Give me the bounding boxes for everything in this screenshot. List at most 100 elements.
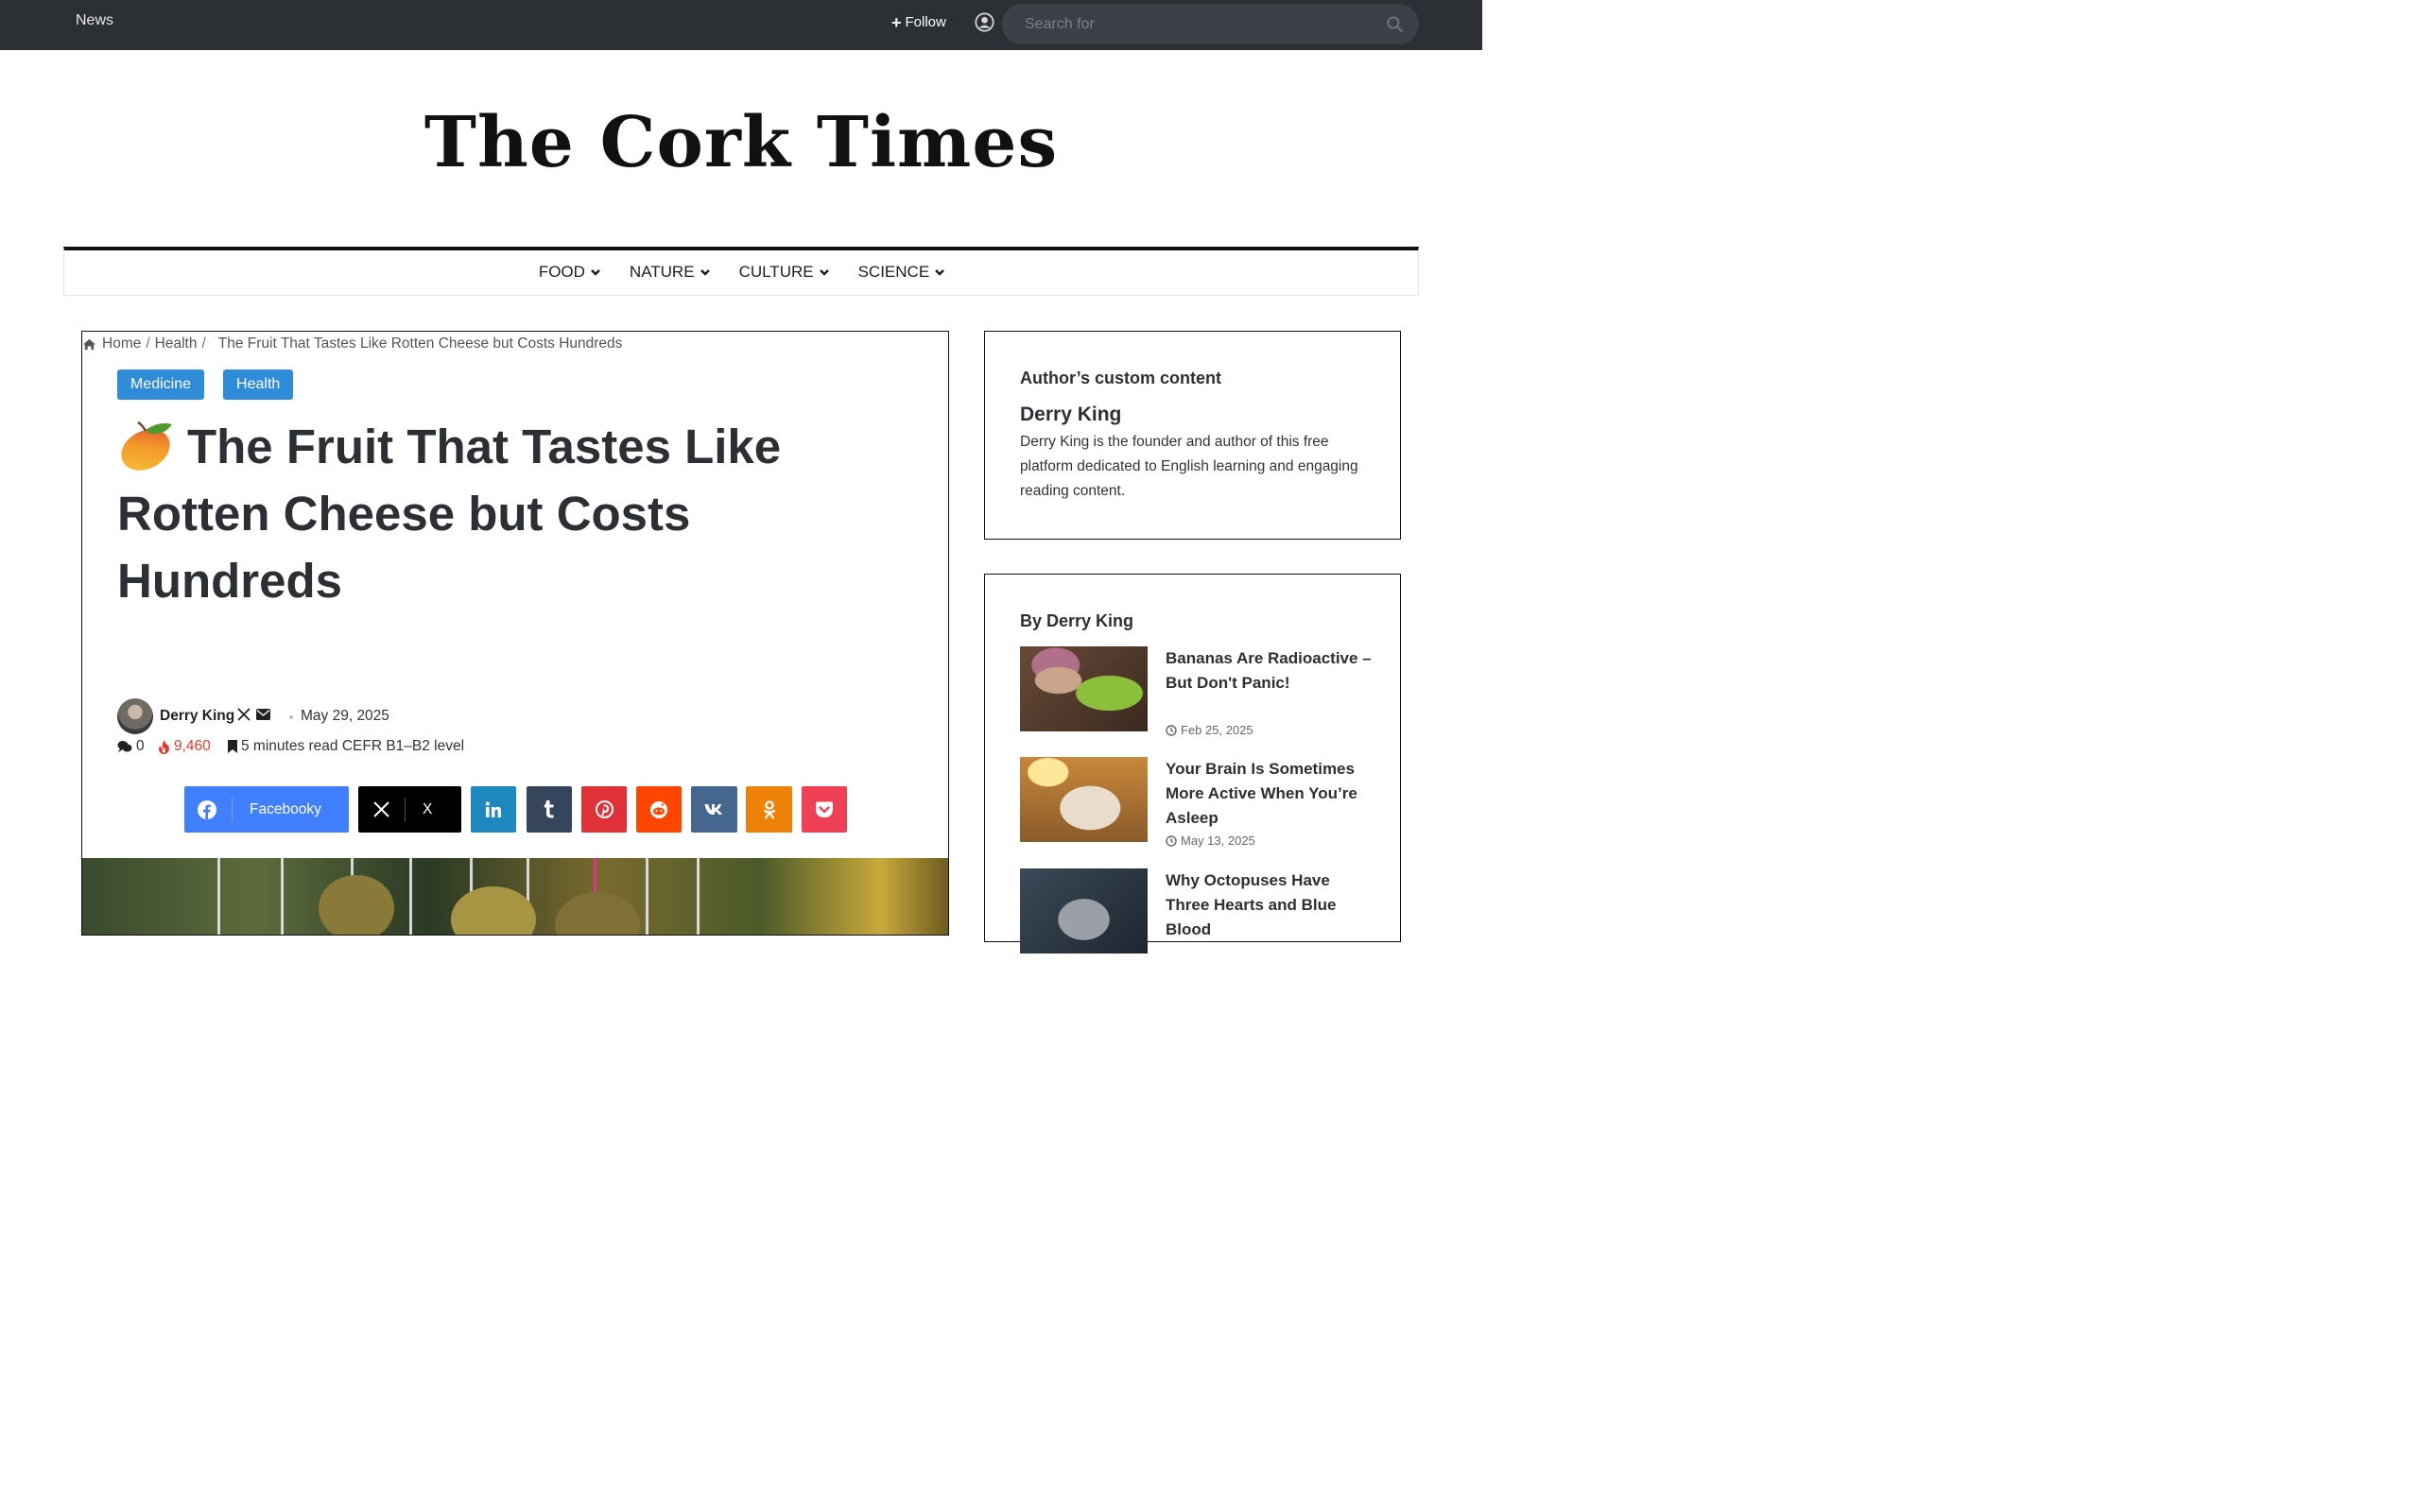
x-twitter-icon[interactable] (237, 708, 251, 721)
share-facebook-label: Facebooky (250, 800, 321, 817)
author-name[interactable]: Derry King (160, 708, 234, 725)
pocket-icon (816, 801, 833, 817)
nav-item-food[interactable]: FOOD (539, 263, 601, 282)
article-title: The Fruit That Tastes Like Rotten Cheese… (117, 413, 921, 614)
odnoklassniki-icon (763, 799, 775, 819)
list-item[interactable]: Bananas Are Radioactive – But Don't Pani… (1020, 646, 1379, 741)
image-detail (409, 858, 412, 935)
article-hero-image (82, 858, 948, 935)
share-tumblr-button[interactable] (527, 786, 572, 833)
vk-icon (704, 804, 722, 815)
post-title[interactable]: Why Octopuses Have Three Hearts and Blue… (1166, 868, 1374, 942)
plus-icon: + (891, 12, 902, 32)
nav-item-label: CULTURE (738, 263, 814, 281)
breadcrumb-separator: / (201, 335, 206, 352)
separator-dot (289, 715, 293, 719)
image-detail (594, 858, 596, 896)
linkedin-icon (485, 801, 501, 817)
image-detail (281, 858, 284, 935)
chevron-down-icon (935, 269, 945, 276)
search-icon[interactable] (1386, 15, 1404, 33)
reddit-icon (650, 800, 667, 818)
post-date-value: Feb 25, 2025 (1181, 723, 1253, 737)
chevron-down-icon (819, 269, 829, 276)
site-logo[interactable]: The Cork Times (0, 102, 1482, 183)
share-reddit-button[interactable] (636, 786, 682, 833)
widget-title: By Derry King (1020, 611, 1134, 630)
chevron-down-icon (591, 269, 600, 276)
breadcrumb-current: The Fruit That Tastes Like Rotten Cheese… (217, 335, 623, 352)
share-facebook-button[interactable]: Facebooky (184, 786, 349, 833)
share-divider (405, 797, 406, 822)
byline: Derry King May 29, 2025 (117, 698, 930, 736)
home-icon (83, 338, 95, 350)
image-detail (555, 892, 640, 935)
share-odnoklassniki-button[interactable] (746, 786, 792, 833)
share-pinterest-button[interactable] (581, 786, 627, 833)
mango-emoji-icon (121, 421, 172, 471)
list-item[interactable]: Why Octopuses Have Three Hearts and Blue… (1020, 868, 1379, 963)
views-count: 9,460 (158, 738, 211, 755)
widget-author-name[interactable]: Derry King (1020, 404, 1121, 426)
image-detail (217, 858, 220, 935)
user-account-icon[interactable] (975, 12, 994, 32)
share-linkedin-button[interactable] (471, 786, 516, 833)
bookmark-icon (228, 740, 237, 753)
share-vk-button[interactable] (691, 786, 737, 833)
views-value: 9,460 (174, 738, 211, 754)
breadcrumb-section[interactable]: Health (155, 335, 198, 352)
list-item[interactable]: Your Brain Is Sometimes More Active When… (1020, 757, 1379, 851)
nav-item-culture[interactable]: CULTURE (739, 263, 830, 282)
post-title[interactable]: Bananas Are Radioactive – But Don't Pani… (1166, 646, 1374, 696)
widget-author-bio: Derry King is the founder and author of … (1020, 434, 1358, 499)
share-x-button[interactable]: X (358, 786, 461, 833)
post-date: Feb 25, 2025 (1166, 723, 1253, 737)
x-icon (373, 801, 389, 817)
nav-item-label: FOOD (538, 263, 585, 281)
nav-item-science[interactable]: SCIENCE (858, 263, 946, 282)
comments-count[interactable]: 0 (117, 738, 145, 755)
follow-label: Follow (905, 14, 946, 30)
category-health[interactable]: Health (223, 369, 294, 400)
nav-item-label: SCIENCE (857, 263, 930, 281)
post-thumbnail[interactable] (1020, 757, 1148, 842)
search-box (1002, 4, 1419, 44)
image-detail (319, 875, 394, 935)
top-bar: News + Follow (0, 0, 1482, 50)
post-thumbnail[interactable] (1020, 868, 1148, 954)
category-medicine[interactable]: Medicine (117, 369, 205, 400)
read-time: 5 minutes read CEFR B1–B2 level (228, 738, 464, 755)
breadcrumb-home[interactable]: Home (102, 335, 141, 352)
news-link[interactable]: News (76, 12, 113, 29)
breadcrumb-separator: / (146, 335, 150, 352)
search-input[interactable] (1025, 4, 1374, 44)
share-divider (232, 797, 233, 822)
author-avatar[interactable] (117, 698, 153, 734)
author-custom-widget: Author’s custom content Derry King Derry… (984, 331, 1401, 540)
post-thumbnail[interactable] (1020, 646, 1148, 731)
main-nav: FOOD NATURE CULTURE SCIENCE (63, 247, 1419, 296)
share-x-label: X (423, 800, 433, 817)
fire-icon (159, 739, 169, 754)
post-date: May 13, 2025 (1166, 833, 1255, 848)
email-icon[interactable] (256, 709, 270, 720)
image-detail (451, 886, 536, 935)
image-detail (646, 858, 648, 935)
breadcrumb: Home / Health / The Fruit That Tastes Li… (82, 335, 622, 352)
image-detail (697, 858, 700, 935)
article-title-text: The Fruit That Tastes Like Rotten Cheese… (117, 420, 782, 608)
chevron-down-icon (700, 269, 710, 276)
read-time-value: 5 minutes read CEFR B1–B2 level (241, 738, 465, 754)
nav-item-nature[interactable]: NATURE (630, 263, 711, 282)
post-date-value: May 13, 2025 (1181, 833, 1255, 848)
clock-icon (1166, 834, 1177, 847)
post-title[interactable]: Your Brain Is Sometimes More Active When… (1166, 757, 1374, 831)
pinterest-icon (595, 800, 614, 818)
author-posts-widget: By Derry King Bananas Are Radioactive – … (984, 574, 1401, 954)
comments-icon (117, 741, 132, 752)
follow-button[interactable]: + Follow (891, 12, 946, 32)
tumblr-icon (544, 800, 554, 818)
widget-title: Author’s custom content (1020, 369, 1222, 387)
share-pocket-button[interactable] (802, 786, 847, 833)
nav-item-label: NATURE (629, 263, 695, 281)
